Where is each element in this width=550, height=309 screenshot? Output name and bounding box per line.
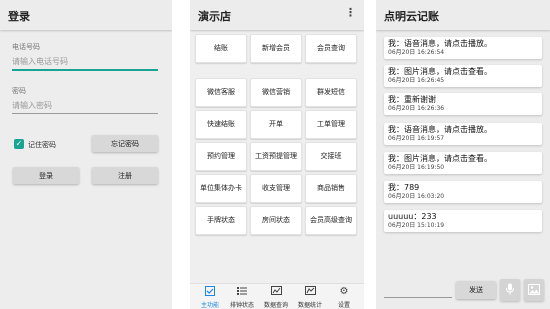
login-button[interactable]: 登录 bbox=[13, 167, 79, 184]
phone-label: 电话号码 bbox=[12, 43, 40, 51]
nav-item-query[interactable]: 数据查询 bbox=[259, 286, 293, 309]
message-card[interactable]: 我：语音消息，请点击播放。 06月20日 16:19:57 bbox=[384, 123, 542, 145]
chart-icon bbox=[259, 286, 293, 298]
message-card[interactable]: 我：图片消息，请点击查看。 06月20日 16:19:50 bbox=[384, 152, 542, 174]
register-button[interactable]: 注册 bbox=[92, 167, 158, 184]
function-tile[interactable]: 开单 bbox=[250, 110, 302, 139]
nav-item-status[interactable]: 排钟状态 bbox=[225, 286, 259, 309]
nav-item-main[interactable]: 主功能 bbox=[193, 286, 227, 309]
bottom-nav: 主功能 排钟状态 数据查询 数据统计 ⚙ 设置 bbox=[190, 283, 364, 309]
function-tile[interactable]: 商品销售 bbox=[305, 174, 357, 203]
password-input[interactable] bbox=[12, 97, 158, 113]
message-time: 06月20日 16:19:57 bbox=[388, 135, 445, 142]
function-tile[interactable]: 会员高级查询 bbox=[305, 206, 357, 235]
message-time: 06月20日 16:26:45 bbox=[388, 77, 445, 84]
function-tile[interactable]: 单位集体办卡 bbox=[195, 174, 247, 203]
message-card[interactable]: uuuuu：233 06月20日 15:10:19 bbox=[384, 210, 542, 232]
message-card[interactable]: 我：图片消息，请点击查看。 06月20日 16:26:45 bbox=[384, 65, 542, 87]
forgot-password-button[interactable]: 忘记密码 bbox=[92, 135, 158, 152]
login-screen: 登录 电话号码 密码 ✓ 记住密码 忘记密码 登录 注册 bbox=[0, 0, 172, 309]
nav-label: 排钟状态 bbox=[229, 302, 254, 309]
message-time: 06月20日 16:26:54 bbox=[388, 49, 445, 56]
function-tile[interactable]: 新增会员 bbox=[250, 34, 302, 63]
list-icon bbox=[225, 286, 259, 298]
nav-item-settings[interactable]: ⚙ 设置 bbox=[327, 286, 361, 309]
message-text: 我：789 bbox=[388, 183, 420, 192]
chart-icon bbox=[293, 286, 327, 298]
mic-icon bbox=[505, 283, 515, 298]
check-square-icon bbox=[193, 286, 227, 298]
message-time: 06月20日 16:19:50 bbox=[388, 164, 445, 171]
message-card[interactable]: 我：重新谢谢 06月20日 16:26:36 bbox=[384, 93, 542, 115]
nav-item-stats[interactable]: 数据统计 bbox=[293, 286, 327, 309]
login-title: 登录 bbox=[0, 0, 172, 30]
message-text: 我：重新谢谢 bbox=[388, 95, 436, 104]
message-time: 06月20日 16:26:36 bbox=[388, 105, 445, 112]
gear-icon: ⚙ bbox=[339, 286, 349, 297]
password-label: 密码 bbox=[12, 87, 26, 95]
function-tile[interactable]: 工单管理 bbox=[305, 110, 357, 139]
phone-input[interactable] bbox=[12, 53, 158, 69]
function-tile[interactable]: 结账 bbox=[195, 34, 247, 63]
message-text: uuuuu：233 bbox=[388, 212, 437, 221]
phone-underline bbox=[12, 69, 158, 71]
voice-button[interactable] bbox=[500, 279, 520, 301]
message-input[interactable] bbox=[384, 283, 452, 297]
shop-title: 演示店 bbox=[190, 0, 364, 30]
message-input-underline bbox=[384, 297, 452, 298]
send-button[interactable]: 发送 bbox=[456, 281, 496, 299]
function-tile[interactable]: 收支管理 bbox=[250, 174, 302, 203]
shop-screen: 演示店 ⋮ 结账 新增会员 会员查询微信客服 微信营销 群发短信快速结账 开单 工单管理预约… bbox=[190, 0, 364, 309]
nav-label: 主功能 bbox=[200, 302, 219, 309]
remember-checkbox[interactable]: ✓ bbox=[14, 139, 24, 149]
function-tile[interactable]: 会员查询 bbox=[305, 34, 357, 63]
message-card[interactable]: 我：789 06月20日 16:03:20 bbox=[384, 181, 542, 203]
nav-label: 设置 bbox=[337, 302, 350, 309]
image-icon bbox=[528, 283, 540, 298]
function-tile[interactable]: 交接班 bbox=[305, 142, 357, 171]
function-tile[interactable]: 房间状态 bbox=[250, 206, 302, 235]
function-tile[interactable]: 微信客服 bbox=[195, 78, 247, 107]
nav-label: 数据统计 bbox=[297, 302, 322, 309]
message-card[interactable]: 我：语音消息，请点击播放。 06月20日 16:26:54 bbox=[384, 37, 542, 59]
chat-screen: 点明云记账 我：语音消息，请点击播放。 06月20日 16:26:54 我：图片消息… bbox=[376, 0, 550, 309]
function-tile[interactable]: 预约管理 bbox=[195, 142, 247, 171]
image-button[interactable] bbox=[524, 279, 544, 301]
nav-label: 数据查询 bbox=[263, 302, 288, 309]
message-time: 06月20日 15:10:19 bbox=[388, 222, 445, 229]
message-text: 我：语音消息，请点击播放。 bbox=[388, 125, 492, 134]
message-text: 我：语音消息，请点击播放。 bbox=[388, 39, 492, 48]
remember-label: 记住密码 bbox=[28, 141, 56, 149]
more-vert-icon[interactable]: ⋮ bbox=[345, 6, 356, 19]
message-text: 我：图片消息，请点击查看。 bbox=[388, 67, 492, 76]
function-tile[interactable]: 群发短信 bbox=[305, 78, 357, 107]
function-tile[interactable]: 工资预提管理 bbox=[250, 142, 302, 171]
function-tile[interactable]: 手牌状态 bbox=[195, 206, 247, 235]
function-tile[interactable]: 快速结账 bbox=[195, 110, 247, 139]
chat-title: 点明云记账 bbox=[376, 0, 550, 30]
message-text: 我：图片消息，请点击查看。 bbox=[388, 154, 492, 163]
function-tile[interactable]: 微信营销 bbox=[250, 78, 302, 107]
message-time: 06月20日 16:03:20 bbox=[388, 193, 445, 200]
password-underline bbox=[12, 113, 158, 114]
